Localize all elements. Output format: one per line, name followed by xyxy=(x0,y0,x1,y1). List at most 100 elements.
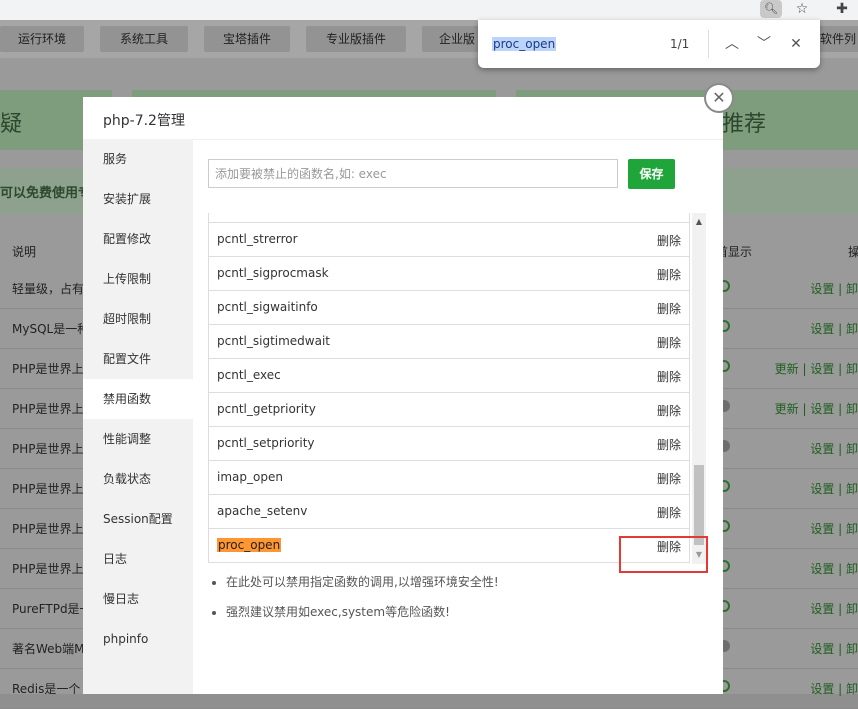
function-name: proc_open xyxy=(217,538,282,552)
row-description: PHP是世界上 xyxy=(12,522,84,536)
save-button[interactable]: 保存 xyxy=(628,159,675,189)
delete-button[interactable]: 删除 xyxy=(657,436,681,453)
row-description: MySQL是一种 xyxy=(12,322,90,336)
tab-pro-plugins[interactable]: 专业版插件 xyxy=(306,26,406,52)
row-description: PureFTPd是一 xyxy=(12,602,92,616)
row-actions[interactable]: 设置 | 卸 xyxy=(810,480,858,497)
annotation-highlight-box xyxy=(619,536,708,573)
disabled-function-list: pcntl_strerror 删除 pcntl_sigprocmask 删除 pcntl… xyxy=(208,213,706,564)
function-name: pcntl_sigwaitinfo xyxy=(217,300,318,314)
row-actions[interactable]: 设置 | 卸 xyxy=(810,560,858,577)
sidebar-item[interactable]: 超时限制 xyxy=(83,299,193,339)
delete-button[interactable]: 删除 xyxy=(657,334,681,351)
list-item: imap_open 删除 xyxy=(208,461,690,495)
sidebar-item[interactable]: 慢日志 xyxy=(83,579,193,619)
list-item: pcntl_getpriority 删除 xyxy=(208,393,690,427)
row-actions[interactable]: 设置 | 卸 xyxy=(810,280,858,297)
row-description: Redis是一个 xyxy=(12,682,81,696)
find-query-input[interactable]: proc_open xyxy=(492,37,557,51)
chevron-down-icon[interactable]: ﹀ xyxy=(752,32,776,56)
delete-button[interactable]: 删除 xyxy=(657,470,681,487)
function-name: apache_setenv xyxy=(217,504,308,518)
list-item: proc_open 删除 xyxy=(208,529,690,563)
row-actions[interactable]: 更新 | 设置 | 卸 xyxy=(775,360,858,377)
function-name: pcntl_setpriority xyxy=(217,436,315,450)
search-icon[interactable]: 🔍︎ xyxy=(760,0,782,18)
function-name: pcntl_strerror xyxy=(217,232,298,246)
row-actions[interactable]: 设置 | 卸 xyxy=(810,680,858,697)
browser-toolbar: 🔍︎ ☆ ✚ xyxy=(0,0,858,20)
sidebar-item[interactable]: 上传限制 xyxy=(83,259,193,299)
row-actions[interactable]: 更新 | 设置 | 卸 xyxy=(775,400,858,417)
free-banner-text: 可以免费使用专 xyxy=(0,186,92,201)
sidebar-item[interactable]: 性能调整 xyxy=(83,419,193,459)
close-icon[interactable]: ✕ xyxy=(784,32,808,56)
delete-button[interactable]: 删除 xyxy=(657,402,681,419)
list-item: apache_setenv 删除 xyxy=(208,495,690,529)
tab-bt-plugins[interactable]: 宝塔插件 xyxy=(204,26,290,52)
row-actions[interactable]: 设置 | 卸 xyxy=(810,600,858,617)
column-header-desc: 说明 xyxy=(12,245,37,259)
sidebar-item[interactable]: 禁用函数 xyxy=(83,379,193,419)
column-header-actions: 操 xyxy=(848,245,858,259)
sidebar-item[interactable]: 日志 xyxy=(83,539,193,579)
find-bar: proc_open 1/1 ︿ ﹀ ✕ xyxy=(478,20,820,68)
row-actions[interactable]: 设置 | 卸 xyxy=(810,520,858,537)
sidebar-item[interactable]: 安装扩展 xyxy=(83,179,193,219)
list-item: pcntl_sigtimedwait 删除 xyxy=(208,325,690,359)
promo-card-text: 推荐 xyxy=(722,112,767,137)
row-actions[interactable]: 设置 | 卸 xyxy=(810,640,858,657)
sidebar-item[interactable]: 配置文件 xyxy=(83,339,193,379)
row-description: PHP是世界上 xyxy=(12,562,84,576)
scroll-up-arrow-icon[interactable]: ▲ xyxy=(692,216,706,228)
tip-item: 在此处可以禁用指定函数的调用,以增强环境安全性! xyxy=(226,571,499,601)
list-scrollbar[interactable]: ▲ ▼ xyxy=(692,213,706,564)
row-description: PHP是世界上 xyxy=(12,362,84,376)
php-manager-dialog: php-7.2管理 服务 安装扩展 配置修改 上传限制 超时限制 配置文件 禁用函数 性能调整… xyxy=(83,97,723,694)
row-description: 著名Web端M xyxy=(12,642,85,656)
tab-system-tools[interactable]: 系统工具 xyxy=(100,26,188,52)
chevron-up-icon[interactable]: ︿ xyxy=(720,32,744,56)
function-name: imap_open xyxy=(217,470,283,484)
row-description: PHP是世界上 xyxy=(12,402,84,416)
function-name: pcntl_exec xyxy=(217,368,281,382)
delete-button[interactable]: 删除 xyxy=(657,232,681,249)
promo-card-text: 疑 xyxy=(0,112,23,137)
function-name: pcntl_getpriority xyxy=(217,402,316,416)
disabled-functions-panel: 保存 pcntl_strerror删除pcntl_sigprocmask删除pc… xyxy=(193,139,723,694)
row-description: PHP是世界上 xyxy=(12,482,84,496)
function-name: pcntl_sigtimedwait xyxy=(217,334,330,348)
sidebar-item[interactable]: 服务 xyxy=(83,139,193,179)
delete-button[interactable]: 删除 xyxy=(657,266,681,283)
delete-button[interactable]: 删除 xyxy=(657,368,681,385)
close-icon[interactable]: ✕ xyxy=(706,85,732,111)
tab-runtime[interactable]: 运行环境 xyxy=(0,26,84,52)
function-name-input[interactable] xyxy=(208,159,618,188)
extensions-icon[interactable]: ✚ xyxy=(832,0,852,18)
delete-button[interactable]: 删除 xyxy=(657,300,681,317)
dialog-header: php-7.2管理 xyxy=(83,97,723,140)
star-icon[interactable]: ☆ xyxy=(792,0,812,18)
list-item: pcntl_sigprocmask 删除 xyxy=(208,257,690,291)
function-name: pcntl_sigprocmask xyxy=(217,266,329,280)
tips-list: 在此处可以禁用指定函数的调用,以增强环境安全性! 强烈建议禁用如exec,sys… xyxy=(208,571,499,631)
list-item xyxy=(208,213,690,223)
list-item: pcntl_strerror 删除 xyxy=(208,223,690,257)
row-description: 轻量级，占有 xyxy=(12,282,85,296)
delete-button[interactable]: 删除 xyxy=(657,504,681,521)
list-item: pcntl_setpriority 删除 xyxy=(208,427,690,461)
sidebar-item[interactable]: Session配置 xyxy=(83,499,193,539)
sidebar-item[interactable]: 配置修改 xyxy=(83,219,193,259)
sidebar-item[interactable]: 负载状态 xyxy=(83,459,193,499)
list-item: pcntl_exec 删除 xyxy=(208,359,690,393)
list-item: pcntl_sigwaitinfo 删除 xyxy=(208,291,690,325)
find-match-count: 1/1 xyxy=(670,37,690,51)
row-actions[interactable]: 设置 | 卸 xyxy=(810,440,858,457)
sidebar-item[interactable]: phpinfo xyxy=(83,619,193,659)
row-actions[interactable]: 设置 | 卸 xyxy=(810,320,858,337)
row-description: PHP是世界上 xyxy=(12,442,84,456)
find-divider xyxy=(708,30,709,58)
dialog-sidebar: 服务 安装扩展 配置修改 上传限制 超时限制 配置文件 禁用函数 性能调整 负载状态 Sessio… xyxy=(83,139,193,694)
scrollbar-thumb[interactable] xyxy=(694,465,704,545)
dialog-title: php-7.2管理 xyxy=(103,113,185,129)
